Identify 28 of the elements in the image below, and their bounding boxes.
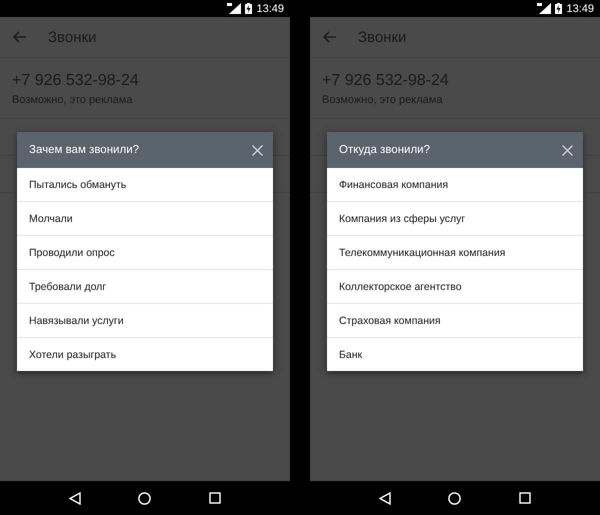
dialog-option[interactable]: Телекоммуникационная компания	[327, 235, 583, 269]
signal-icon	[227, 3, 242, 14]
dialog-option[interactable]: Проводили опрос	[17, 235, 273, 269]
battery-icon	[555, 3, 562, 14]
signal-icon	[537, 3, 552, 14]
dialog-option[interactable]: Требовали долг	[17, 269, 273, 303]
dialog-option[interactable]: Финансовая компания	[327, 168, 583, 201]
recents-icon[interactable]	[209, 492, 222, 504]
dialog-option[interactable]: Навязывали услуги	[17, 303, 273, 337]
dialog-option[interactable]: Пытались обмануть	[17, 168, 273, 201]
home-icon[interactable]	[448, 492, 462, 504]
home-icon[interactable]	[138, 492, 152, 504]
dialog-option[interactable]: Банк	[327, 337, 583, 371]
close-icon[interactable]	[252, 144, 263, 156]
status-time: 13:49	[566, 2, 594, 14]
dialog-option[interactable]: Компания из сферы услуг	[327, 201, 583, 235]
close-icon[interactable]	[562, 144, 573, 156]
recents-icon[interactable]	[519, 492, 532, 504]
back-icon[interactable]	[68, 492, 81, 504]
dialog-option[interactable]: Страховая компания	[327, 303, 583, 337]
dialog-option[interactable]: Хотели разыграть	[17, 337, 273, 371]
back-icon[interactable]	[378, 492, 391, 504]
status-time: 13:49	[256, 2, 284, 14]
dialog-option[interactable]: Молчали	[17, 201, 273, 235]
dialog-title: Зачем вам звонили?	[29, 144, 140, 156]
dialog-option[interactable]: Коллекторское агентство	[327, 269, 583, 303]
dialog-title: Откуда звонили?	[339, 144, 430, 156]
battery-icon	[245, 3, 252, 14]
